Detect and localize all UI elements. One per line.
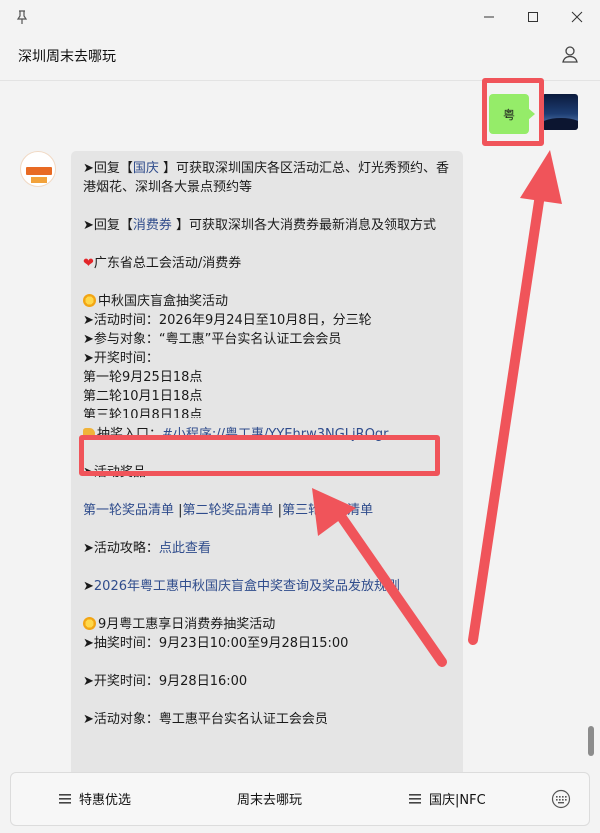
menu-list-icon: [409, 793, 421, 804]
keyboard-icon[interactable]: [551, 789, 571, 809]
bottom-menu: 特惠优选 周末去哪玩 国庆|NFC: [10, 772, 590, 826]
keyword-coupon-link[interactable]: 消费券: [133, 218, 172, 233]
reply-line-coupon: ➤回复【消费券 】可获取深圳各大消费券最新消息及领取方式: [83, 218, 437, 233]
maximize-button[interactable]: [522, 6, 544, 28]
event2-target: ➤活动对象：粤工惠平台实名认证工会会员: [83, 712, 328, 727]
reply-line-guoqing: ➤回复【国庆 】可获取深圳国庆各区活动汇总、灯光秀预约、香港烟花、深圳各大景点预…: [83, 161, 450, 195]
event2-title: 9月粤工惠享日消费券抽奖活动: [83, 615, 451, 634]
menu-item-nfc[interactable]: 国庆|NFC: [409, 789, 486, 808]
menu-item-deals-label: 特惠优选: [79, 793, 132, 808]
event1-time: ➤活动时间：2026年9月24日至10月8日，分三轮: [83, 313, 372, 328]
maximize-icon: [528, 12, 538, 22]
event1-draw-label: ➤开奖时间：: [83, 351, 159, 366]
event1-target: ➤参与对象：“粤工惠”平台实名认证工会会员: [83, 332, 342, 347]
arrow-up-right: [468, 150, 562, 645]
minimize-icon: [484, 16, 494, 18]
pin-icon[interactable]: [14, 9, 30, 25]
menu-item-deals[interactable]: 特惠优选: [59, 789, 131, 808]
account-avatar[interactable]: [20, 151, 56, 187]
draw-round-1: 第一轮9月25日18点: [83, 370, 203, 385]
title-bar: [0, 0, 600, 34]
scrollbar-thumb[interactable]: [588, 726, 594, 756]
event2-time: ➤抽奖时间：9月23日10:00至9月28日15:00: [83, 636, 349, 651]
sun-icon: [83, 617, 96, 630]
prize-list-2-link[interactable]: 第二轮奖品清单: [183, 503, 274, 518]
heart-icon: ❤: [83, 256, 94, 271]
highlight-box-outgoing: [482, 78, 544, 146]
menu-list-icon: [59, 793, 71, 804]
prize-list-1-link[interactable]: 第一轮奖品清单: [83, 503, 174, 518]
guide-line: ➤活动攻略：点此查看: [83, 541, 211, 556]
menu-item-weekend[interactable]: 周末去哪玩: [237, 789, 302, 808]
prize-links-line: 第一轮奖品清单 |第二轮奖品清单 |第三轮奖品清单: [83, 503, 374, 518]
minimize-button[interactable]: [478, 6, 500, 28]
highlight-box-entry: [79, 435, 440, 476]
rules-line: ➤2026年粤工惠中秋国庆盲盒中奖查询及奖品发放规则: [83, 579, 400, 594]
union-title: ❤广东省总工会活动/消费券: [83, 256, 242, 271]
draw-round-2: 第二轮10月1日18点: [83, 389, 203, 404]
event1-title: 中秋国庆盲盒抽奖活动: [83, 292, 451, 311]
keyword-guoqing-link[interactable]: 国庆: [133, 161, 159, 176]
chat-title: 深圳周末去哪玩: [18, 49, 116, 65]
close-icon: [571, 11, 583, 23]
close-button[interactable]: [566, 6, 588, 28]
profile-icon[interactable]: [560, 44, 580, 64]
menu-item-nfc-label: 国庆|NFC: [429, 793, 486, 808]
rules-link[interactable]: 2026年粤工惠中秋国庆盲盒中奖查询及奖品发放规则: [94, 579, 400, 594]
self-avatar[interactable]: [542, 94, 578, 130]
draw-round-3: 第三轮10月8日18点: [83, 408, 203, 418]
prize-list-3-link[interactable]: 第三轮奖品清单: [282, 503, 373, 518]
sun-icon: [83, 294, 96, 307]
event2-draw: ➤开奖时间：9月28日16:00: [83, 674, 248, 689]
guide-link[interactable]: 点此查看: [159, 541, 211, 556]
menu-item-weekend-label: 周末去哪玩: [237, 793, 303, 808]
